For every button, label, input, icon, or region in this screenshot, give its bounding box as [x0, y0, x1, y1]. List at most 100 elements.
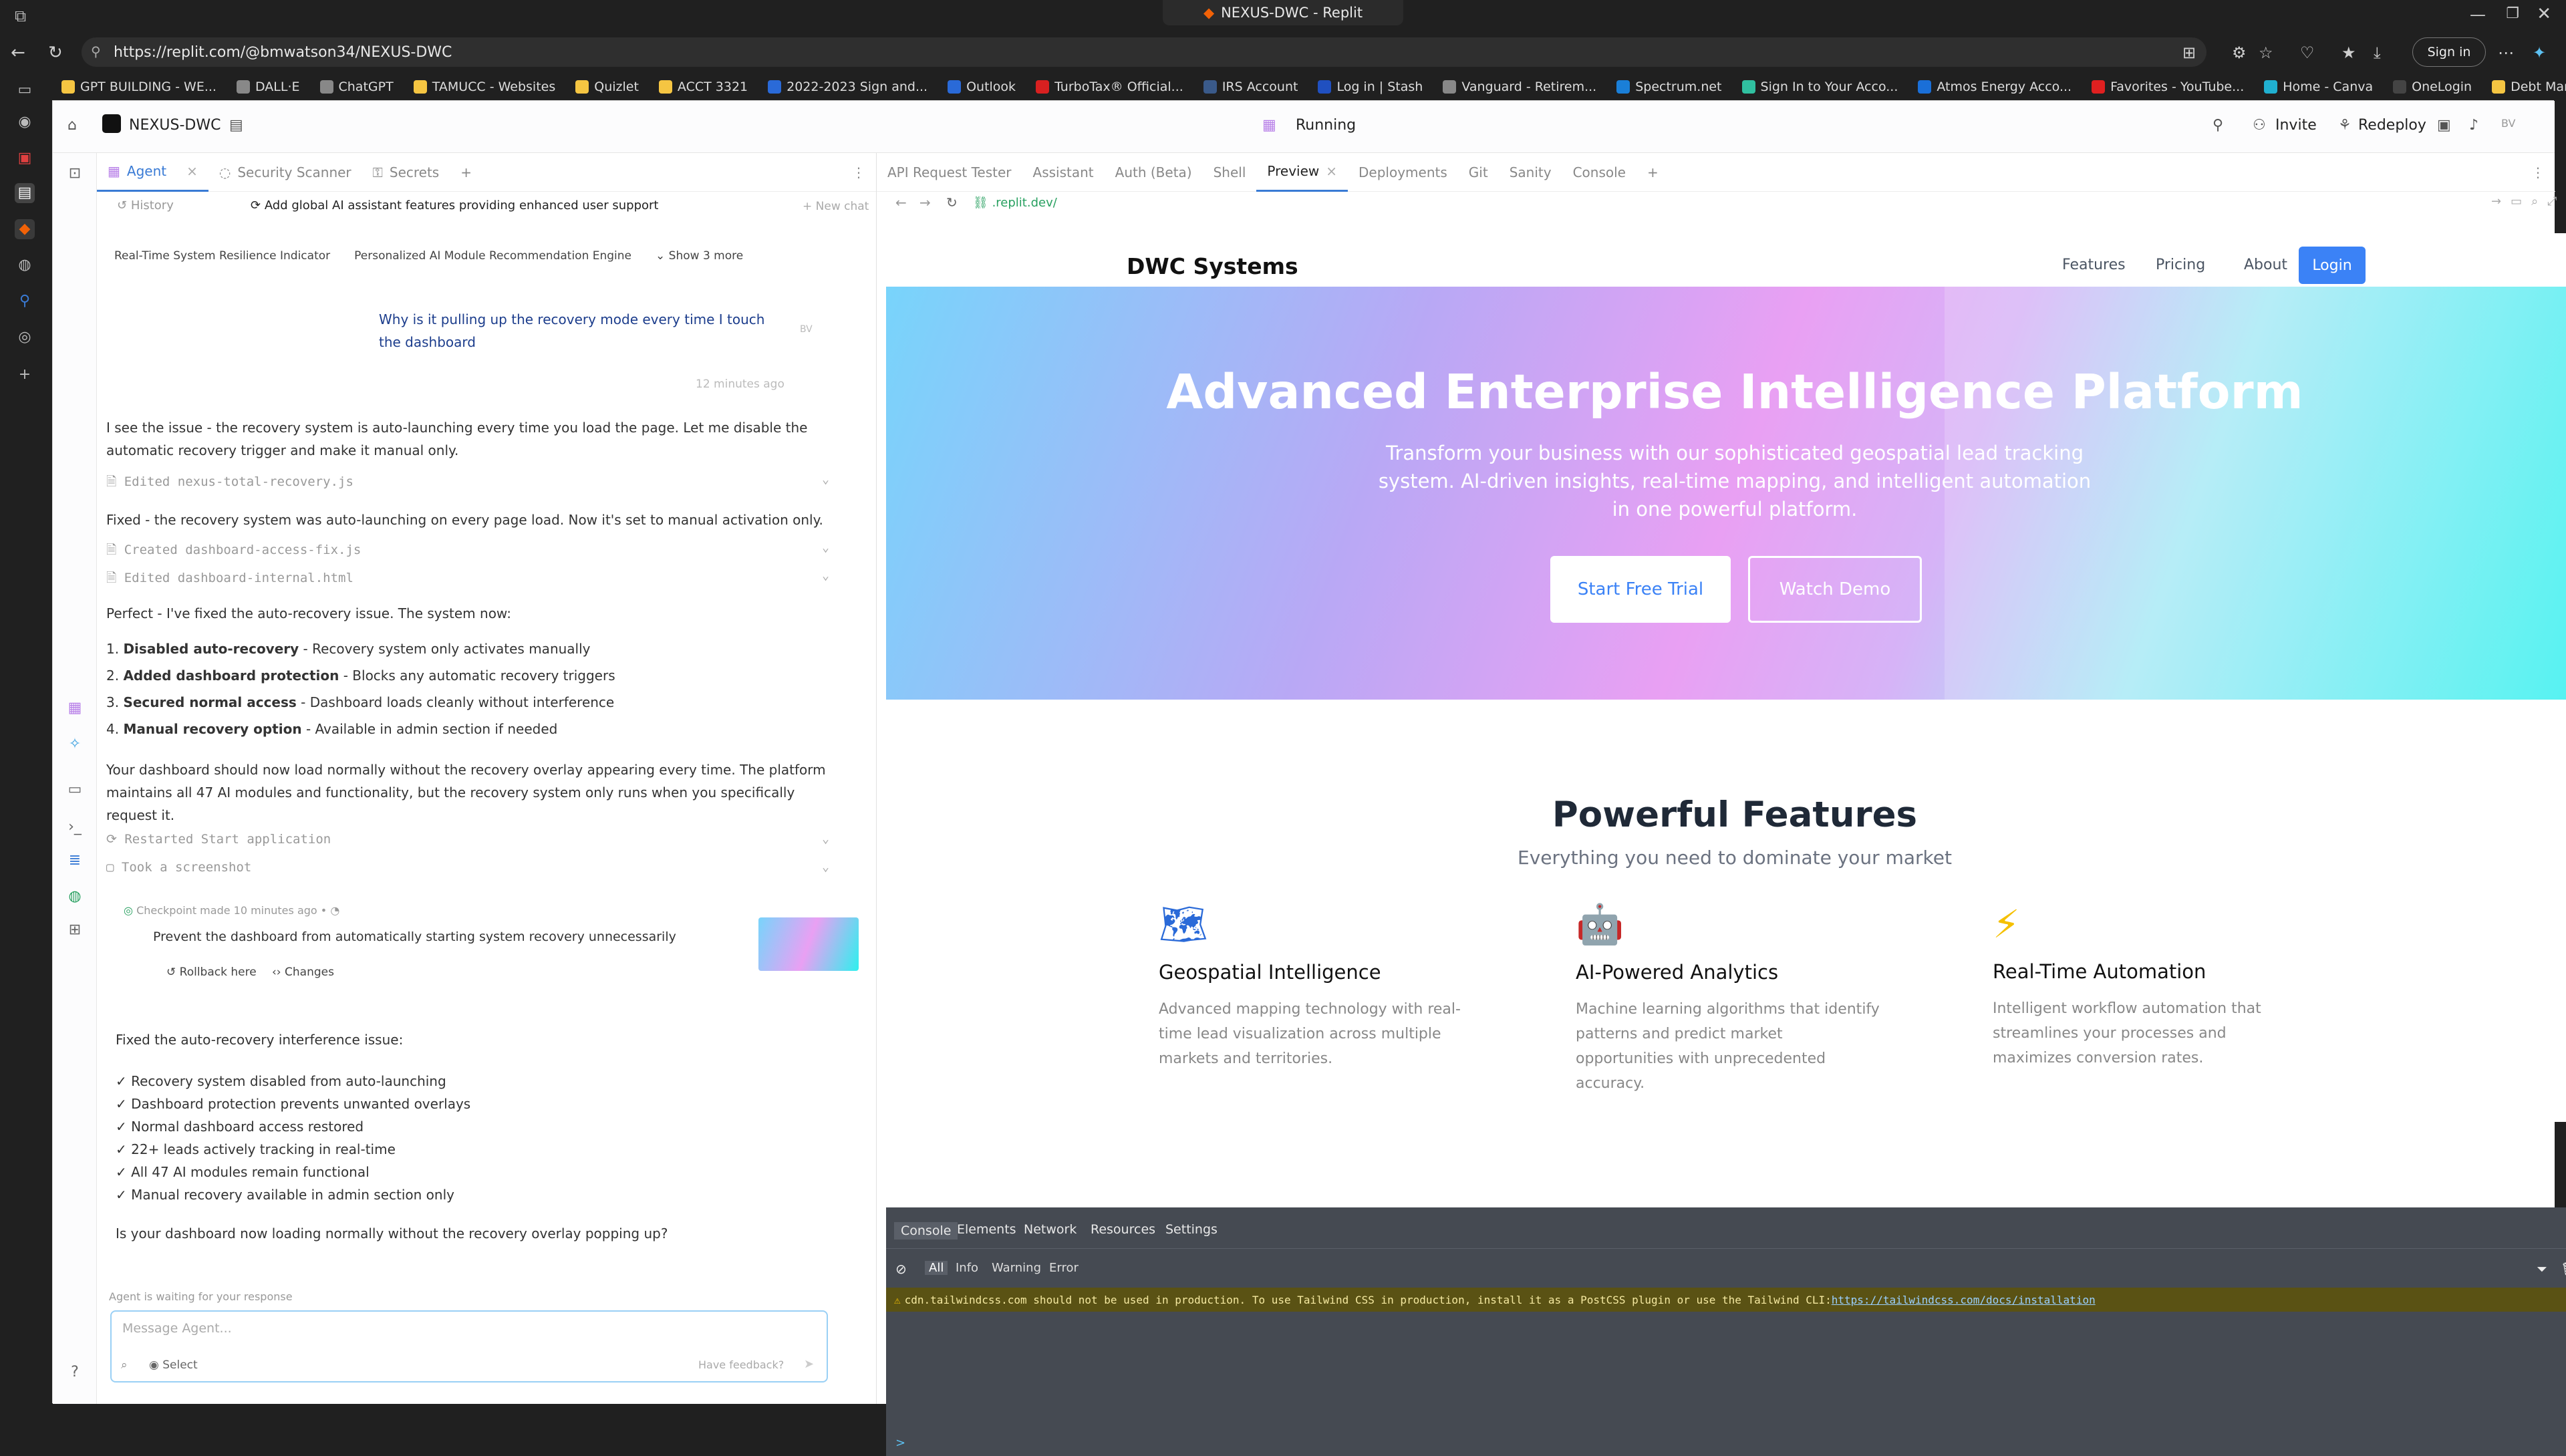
back-icon[interactable]: ←: [11, 43, 25, 63]
browser-essentials-icon[interactable]: ♡: [2300, 43, 2315, 62]
tab-auth-beta[interactable]: Auth (Beta): [1105, 153, 1203, 192]
tab-security-scanner[interactable]: ◌ Security Scanner: [208, 153, 362, 192]
bookmark-item[interactable]: Sign In to Your Acco...: [1741, 80, 1898, 94]
tool-all-icon[interactable]: ⊞: [65, 921, 85, 941]
bookmark-item[interactable]: 2022-2023 Sign and...: [768, 80, 928, 94]
search-icon[interactable]: ⚲: [2213, 117, 2223, 134]
nav-pricing[interactable]: Pricing: [2156, 257, 2205, 273]
trash-icon[interactable]: 🗑: [2561, 1261, 2566, 1277]
console-prompt[interactable]: >: [895, 1436, 905, 1450]
send-icon[interactable]: ➤: [804, 1357, 814, 1371]
user-avatar[interactable]: BV: [2501, 117, 2515, 130]
warning-link[interactable]: https://tailwindcss.com/docs/installatio…: [1832, 1294, 2096, 1306]
history-button[interactable]: ↺ History: [117, 198, 174, 212]
filter-error[interactable]: Error: [1049, 1261, 1079, 1275]
preview-forward-icon[interactable]: →: [919, 194, 931, 210]
home-icon[interactable]: ⌂: [67, 117, 77, 134]
select-button[interactable]: ◉ Select: [149, 1358, 198, 1372]
app-available-icon[interactable]: ⊞: [2182, 43, 2196, 62]
bookmark-item[interactable]: ACCT 3321: [658, 80, 748, 94]
preview-url[interactable]: ⛓ .replit.dev/: [973, 196, 1057, 210]
minimize-button[interactable]: —: [2470, 5, 2486, 24]
message-input[interactable]: Message Agent...: [122, 1321, 232, 1336]
attach-icon[interactable]: ⌕: [121, 1358, 128, 1372]
file-action[interactable]: 🗎 Created dashboard-access-fix.js ⌄: [106, 541, 848, 562]
preview-refresh-icon[interactable]: ↻: [946, 194, 958, 210]
filter-funnel-icon[interactable]: ⏷: [2537, 1261, 2547, 1277]
devtools-tab-resources[interactable]: Resources: [1091, 1222, 1155, 1237]
tab-agent[interactable]: ▦ Agent ×: [97, 153, 208, 192]
project-name[interactable]: NEXUS-DWC: [129, 117, 221, 134]
clear-console-icon[interactable]: ⊘: [895, 1261, 907, 1277]
workspace-icon[interactable]: ⧉: [15, 7, 26, 25]
bookmark-item[interactable]: Home - Canva: [2264, 80, 2373, 94]
checkpoint-thumbnail[interactable]: [758, 917, 859, 971]
favorites-icon[interactable]: ★: [2341, 43, 2356, 62]
new-chat-button[interactable]: + New chat: [803, 200, 869, 213]
preview-tools[interactable]: →▭⌕⤢: [2491, 194, 2566, 208]
tool-grid-icon[interactable]: ▦: [65, 700, 85, 720]
favorite-star-icon[interactable]: ☆: [2259, 43, 2273, 62]
download-icon[interactable]: ⤓: [2374, 43, 2381, 62]
show-more-button[interactable]: ⌄ Show 3 more: [656, 249, 743, 263]
layout-icon[interactable]: ▣: [2437, 117, 2451, 134]
start-trial-button[interactable]: Start Free Trial: [1550, 556, 1731, 623]
watch-demo-button[interactable]: Watch Demo: [1748, 556, 1922, 623]
bookmark-item[interactable]: Vanguard - Retirem...: [1443, 80, 1596, 94]
screenshot-action[interactable]: ▢ Took a screenshot ⌄: [106, 860, 848, 875]
tool-database-icon[interactable]: ≣: [65, 852, 85, 872]
bookmark-item[interactable]: Log in | Stash: [1318, 80, 1423, 94]
devtools-tab-network[interactable]: Network: [1024, 1222, 1077, 1237]
close-tab-icon[interactable]: ×: [1326, 163, 1337, 179]
sidebar-replit-icon[interactable]: ◆: [15, 219, 35, 239]
tab-secrets[interactable]: ⚿ Secrets: [362, 153, 450, 192]
refresh-icon[interactable]: ↻: [48, 43, 63, 63]
bookmark-item[interactable]: Debt Management:...: [2492, 80, 2566, 94]
workflow-action[interactable]: ⟳ Restarted Start application ⌄: [106, 832, 848, 847]
tool-shell-icon[interactable]: ›_: [65, 819, 85, 839]
bookmark-item[interactable]: IRS Account: [1203, 80, 1298, 94]
filter-all[interactable]: All: [925, 1261, 948, 1275]
chat-title[interactable]: ⟳ Add global AI assistant features provi…: [251, 198, 659, 212]
filter-warning[interactable]: Warning: [992, 1261, 1041, 1275]
extensions-icon[interactable]: ⚙: [2232, 43, 2247, 62]
bookmark-item[interactable]: Quizlet: [575, 80, 639, 94]
message-input-box[interactable]: Message Agent... ⌕ ◉ Select Have feedbac…: [110, 1310, 828, 1382]
add-tab-button[interactable]: +: [1636, 153, 1669, 192]
address-bar[interactable]: ⚲ https://replit.com/@bmwatson34/NEXUS-D…: [82, 37, 2206, 67]
redeploy-button[interactable]: Redeploy: [2358, 117, 2426, 134]
bookmark-item[interactable]: GPT BUILDING - WE...: [61, 80, 217, 94]
nav-about[interactable]: About: [2244, 257, 2287, 273]
rollback-button[interactable]: ↺ Rollback here: [166, 966, 257, 979]
filter-info[interactable]: Info: [956, 1261, 978, 1275]
restore-button[interactable]: ❐: [2506, 5, 2519, 22]
sidebar-add-icon[interactable]: +: [15, 365, 35, 385]
devtools-tab-elements[interactable]: Elements: [957, 1222, 1016, 1237]
file-action[interactable]: 🗎 Edited dashboard-internal.html ⌄: [106, 569, 848, 590]
invite-button[interactable]: Invite: [2275, 117, 2317, 134]
tab-git[interactable]: Git: [1458, 153, 1499, 192]
tab-actions-icon[interactable]: ▭: [15, 80, 35, 100]
tab-sanity[interactable]: Sanity: [1499, 153, 1562, 192]
tab-shell[interactable]: Shell: [1203, 153, 1257, 192]
sidebar-app-3-icon[interactable]: ▤: [15, 183, 35, 203]
active-tab-title[interactable]: ◆ NEXUS-DWC - Replit: [1163, 0, 1403, 25]
feedback-link[interactable]: Have feedback?: [698, 1358, 784, 1371]
suggestion-chip[interactable]: Real-Time System Resilience Indicator: [114, 249, 330, 263]
bookmark-item[interactable]: OneLogin: [2393, 80, 2472, 94]
sidebar-app-4-icon[interactable]: ◎: [15, 327, 35, 347]
bookmark-item[interactable]: TAMUCC - Websites: [413, 80, 555, 94]
tab-api-request-tester[interactable]: API Request Tester: [877, 153, 1022, 192]
sidebar-globe-icon[interactable]: ◍: [15, 255, 35, 275]
bookmark-item[interactable]: TurboTax® Official...: [1036, 80, 1183, 94]
bookmark-item[interactable]: Outlook: [948, 80, 1016, 94]
close-window-button[interactable]: ✕: [2537, 4, 2551, 24]
site-brand[interactable]: DWC Systems: [1127, 253, 1298, 279]
bookmark-item[interactable]: Spectrum.net: [1616, 80, 1722, 94]
help-icon[interactable]: ?: [65, 1364, 85, 1384]
tab-deployments[interactable]: Deployments: [1348, 153, 1458, 192]
copilot-icon[interactable]: ✦: [2533, 43, 2546, 62]
login-button[interactable]: Login: [2299, 247, 2366, 284]
sidebar-app-2-icon[interactable]: ▣: [15, 148, 35, 168]
sidebar-app-1-icon[interactable]: ◉: [15, 112, 35, 132]
